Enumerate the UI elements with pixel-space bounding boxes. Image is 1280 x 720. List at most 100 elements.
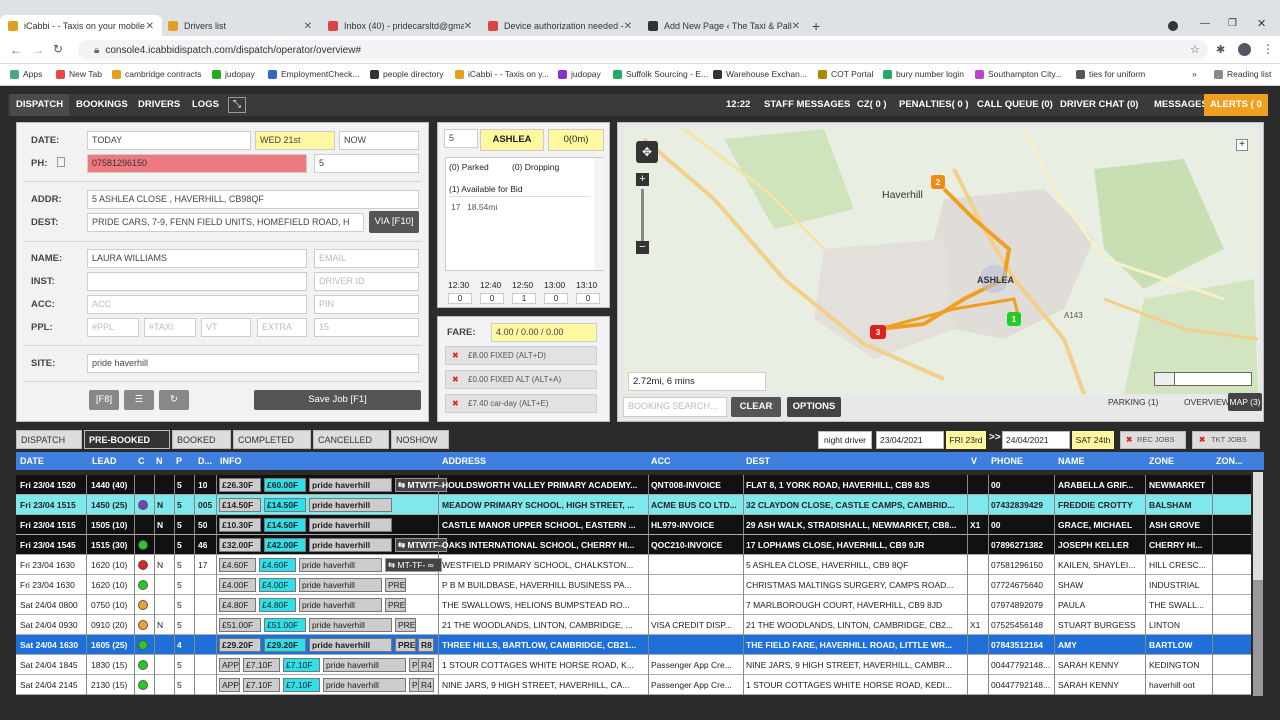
account-icon[interactable]	[1238, 43, 1251, 56]
table-row[interactable]: Fri 23/04 1545 1515 (30) 5 46 £32.00F £42.00F…	[16, 535, 1251, 555]
table-scrollbar[interactable]	[1253, 472, 1263, 696]
new-tab-button[interactable]: +	[812, 18, 820, 34]
extensions-icon[interactable]: ✱	[1216, 43, 1225, 56]
via-button[interactable]: VIA [F10]	[369, 211, 419, 233]
column-header[interactable]: ACC	[651, 456, 671, 466]
column-header[interactable]: INFO	[220, 456, 242, 466]
day-field[interactable]: WED 21st	[255, 131, 335, 150]
taxi-count-field[interactable]: #TAXI	[144, 318, 196, 337]
time-slot-count[interactable]: 0	[480, 293, 504, 304]
fare-option[interactable]: ✖ £0.00 FIXED ALT (ALT+A)	[445, 370, 597, 389]
driver-filter[interactable]: night driver	[818, 431, 872, 449]
column-header[interactable]: ADDRESS	[442, 456, 486, 466]
passenger-count-field[interactable]: 5	[314, 154, 419, 173]
remove-fare-icon[interactable]: ✖	[452, 395, 459, 412]
job-tab[interactable]: BOOKED (1)	[172, 430, 231, 464]
date-field[interactable]: TODAY	[87, 131, 251, 150]
to-date-field[interactable]: 24/04/2021	[1002, 431, 1070, 449]
table-row[interactable]: Sat 24/04 1845 1830 (15) 5 APP £7.10F £7.10F p…	[16, 655, 1251, 675]
list-icon[interactable]: ☰	[124, 390, 154, 410]
nav-penalties[interactable]: PENALTIES( 0 )	[893, 94, 975, 116]
table-row[interactable]: Fri 23/04 1515 1450 (25) N 5 005 £14.50F £14.5…	[16, 495, 1251, 515]
profile-icon[interactable]	[1168, 21, 1178, 31]
zoom-out-icon[interactable]: −	[636, 241, 649, 254]
bookmark-item[interactable]: COT Portal	[818, 69, 873, 79]
pan-control-icon[interactable]: ✥	[636, 141, 658, 163]
tab-close-icon[interactable]: ✕	[464, 21, 472, 32]
nav-dispatch[interactable]: DISPATCH	[10, 94, 70, 116]
job-tab[interactable]: CANCELLED (0)	[313, 430, 389, 464]
table-row[interactable]: Fri 23/04 1630 1620 (10) 5 £4.00F £4.00F prid…	[16, 575, 1251, 595]
refresh-icon[interactable]: ↻	[159, 390, 189, 410]
reading-list[interactable]: Reading list	[1214, 69, 1271, 79]
options-button[interactable]: OPTIONS	[787, 397, 841, 417]
bookmark-item[interactable]: Suffolk Sourcing - E...	[613, 69, 708, 79]
job-tab[interactable]: PRE-BOOKED (21)	[84, 430, 170, 464]
zone-number-field[interactable]: 5	[444, 129, 478, 148]
table-row[interactable]: Sat 24/04 0800 0750 (10) 5 £4.80F £4.80F prid…	[16, 595, 1251, 615]
nav-cz[interactable]: CZ( 0 )	[851, 94, 893, 116]
time-slot-count[interactable]: 0	[448, 293, 472, 304]
zoom-slider[interactable]	[641, 189, 644, 241]
nav-call-queue[interactable]: CALL QUEUE (0)	[971, 94, 1059, 116]
extra-field[interactable]: EXTRA	[257, 318, 307, 337]
table-row[interactable]: Sat 24/04 0930 0910 (20) N 5 £51.00F £51.00F p…	[16, 615, 1251, 635]
account-field[interactable]: ACC	[87, 295, 307, 314]
tab-close-icon[interactable]: ✕	[624, 21, 632, 32]
job-tab[interactable]: DISPATCH (1)	[16, 430, 82, 464]
table-row[interactable]: Fri 23/04 1515 1505 (10) N 5 50 £10.30F £14.50…	[16, 515, 1251, 535]
time-field[interactable]: NOW	[339, 131, 419, 150]
column-header[interactable]: ZONE	[1149, 456, 1174, 466]
bookmark-item[interactable]: bury number login	[883, 69, 964, 79]
map-button[interactable]: MAP (3)	[1228, 393, 1262, 411]
zone-driver-list[interactable]: (0) Parked (0) Dropping (1) Available fo…	[445, 157, 603, 271]
back-icon[interactable]: ←	[10, 43, 22, 57]
close-window-icon[interactable]: ✕	[1257, 17, 1266, 30]
fare-option[interactable]: ✖ £7.40 car-day (ALT+E)	[445, 394, 597, 413]
site-field[interactable]: pride haverhill	[87, 354, 419, 373]
from-date-field[interactable]: 23/04/2021	[876, 431, 944, 449]
nav-drivers[interactable]: DRIVERS	[132, 94, 186, 116]
pin-field[interactable]: PIN	[314, 295, 419, 314]
ppl-number-field[interactable]: 15	[314, 318, 419, 337]
bookmark-item[interactable]: cambridge contracts	[112, 69, 202, 79]
bookmark-item[interactable]: Southampton City...	[975, 69, 1062, 79]
address-field[interactable]: 5 ASHLEA CLOSE , HAVERHILL, CB98QF	[87, 190, 419, 209]
nav-staff-messages[interactable]: STAFF MESSAGES	[758, 94, 856, 116]
table-row[interactable]: Sat 24/04 2145 2130 (15) 5 APP £7.10F £7.10F p…	[16, 675, 1251, 695]
bookmark-item[interactable]: Apps	[10, 69, 42, 79]
copy-icon[interactable]	[57, 157, 65, 167]
forward-icon[interactable]: →	[32, 43, 44, 57]
destination-field[interactable]: PRIDE CARS, 7-9, FENN FIELD UNITS, HOMEF…	[87, 213, 364, 232]
column-header[interactable]: N	[156, 456, 163, 466]
bookmark-item[interactable]: Warehouse Exchan...	[713, 69, 807, 79]
column-header[interactable]: C	[138, 456, 145, 466]
column-header[interactable]: DATE	[20, 456, 44, 466]
bookmark-item[interactable]: people directory	[370, 69, 443, 79]
map-marker-2[interactable]: 2	[931, 175, 945, 189]
tkt-jobs-button[interactable]: ✖ TKT JOBS	[1192, 431, 1260, 449]
table-row[interactable]: Sat 24/04 1630 1605 (25) 4 £29.20F £29.20F pr…	[16, 635, 1251, 655]
f8-button[interactable]: [F8]	[89, 390, 119, 410]
browser-tab[interactable]: Drivers list ✕	[160, 16, 320, 36]
time-slot-count[interactable]: 0	[576, 293, 600, 304]
more-bookmarks-icon[interactable]: »	[1192, 69, 1197, 79]
vehicle-type-field[interactable]: VT	[201, 318, 251, 337]
table-row[interactable]: Fri 23/04 1630 1620 (10) N 5 17 £4.60F £4.60F p…	[16, 555, 1251, 575]
nav-alerts[interactable]: ALERTS ( 0 )	[1204, 94, 1268, 132]
email-field[interactable]: EMAIL	[314, 249, 419, 268]
overview-link[interactable]: OVERVIEW	[1184, 397, 1230, 407]
job-tab[interactable]: COMPLETED (4)	[233, 430, 311, 464]
bookmark-item[interactable]: judopay	[212, 69, 255, 79]
column-header[interactable]: PHONE	[991, 456, 1023, 466]
ppl-field[interactable]: #PPL	[87, 318, 139, 337]
instructions-field[interactable]	[87, 272, 307, 291]
zoom-in-icon[interactable]: +	[636, 173, 649, 186]
remove-fare-icon[interactable]: ✖	[452, 347, 459, 364]
save-job-button[interactable]: Save Job [F1]	[254, 390, 421, 410]
column-header[interactable]: D...	[198, 456, 212, 466]
column-header[interactable]: DEST	[746, 456, 770, 466]
nav-driver-chat[interactable]: DRIVER CHAT (0)	[1054, 94, 1144, 116]
column-header[interactable]: V	[971, 456, 977, 466]
menu-icon[interactable]: ⋮	[1262, 42, 1274, 56]
